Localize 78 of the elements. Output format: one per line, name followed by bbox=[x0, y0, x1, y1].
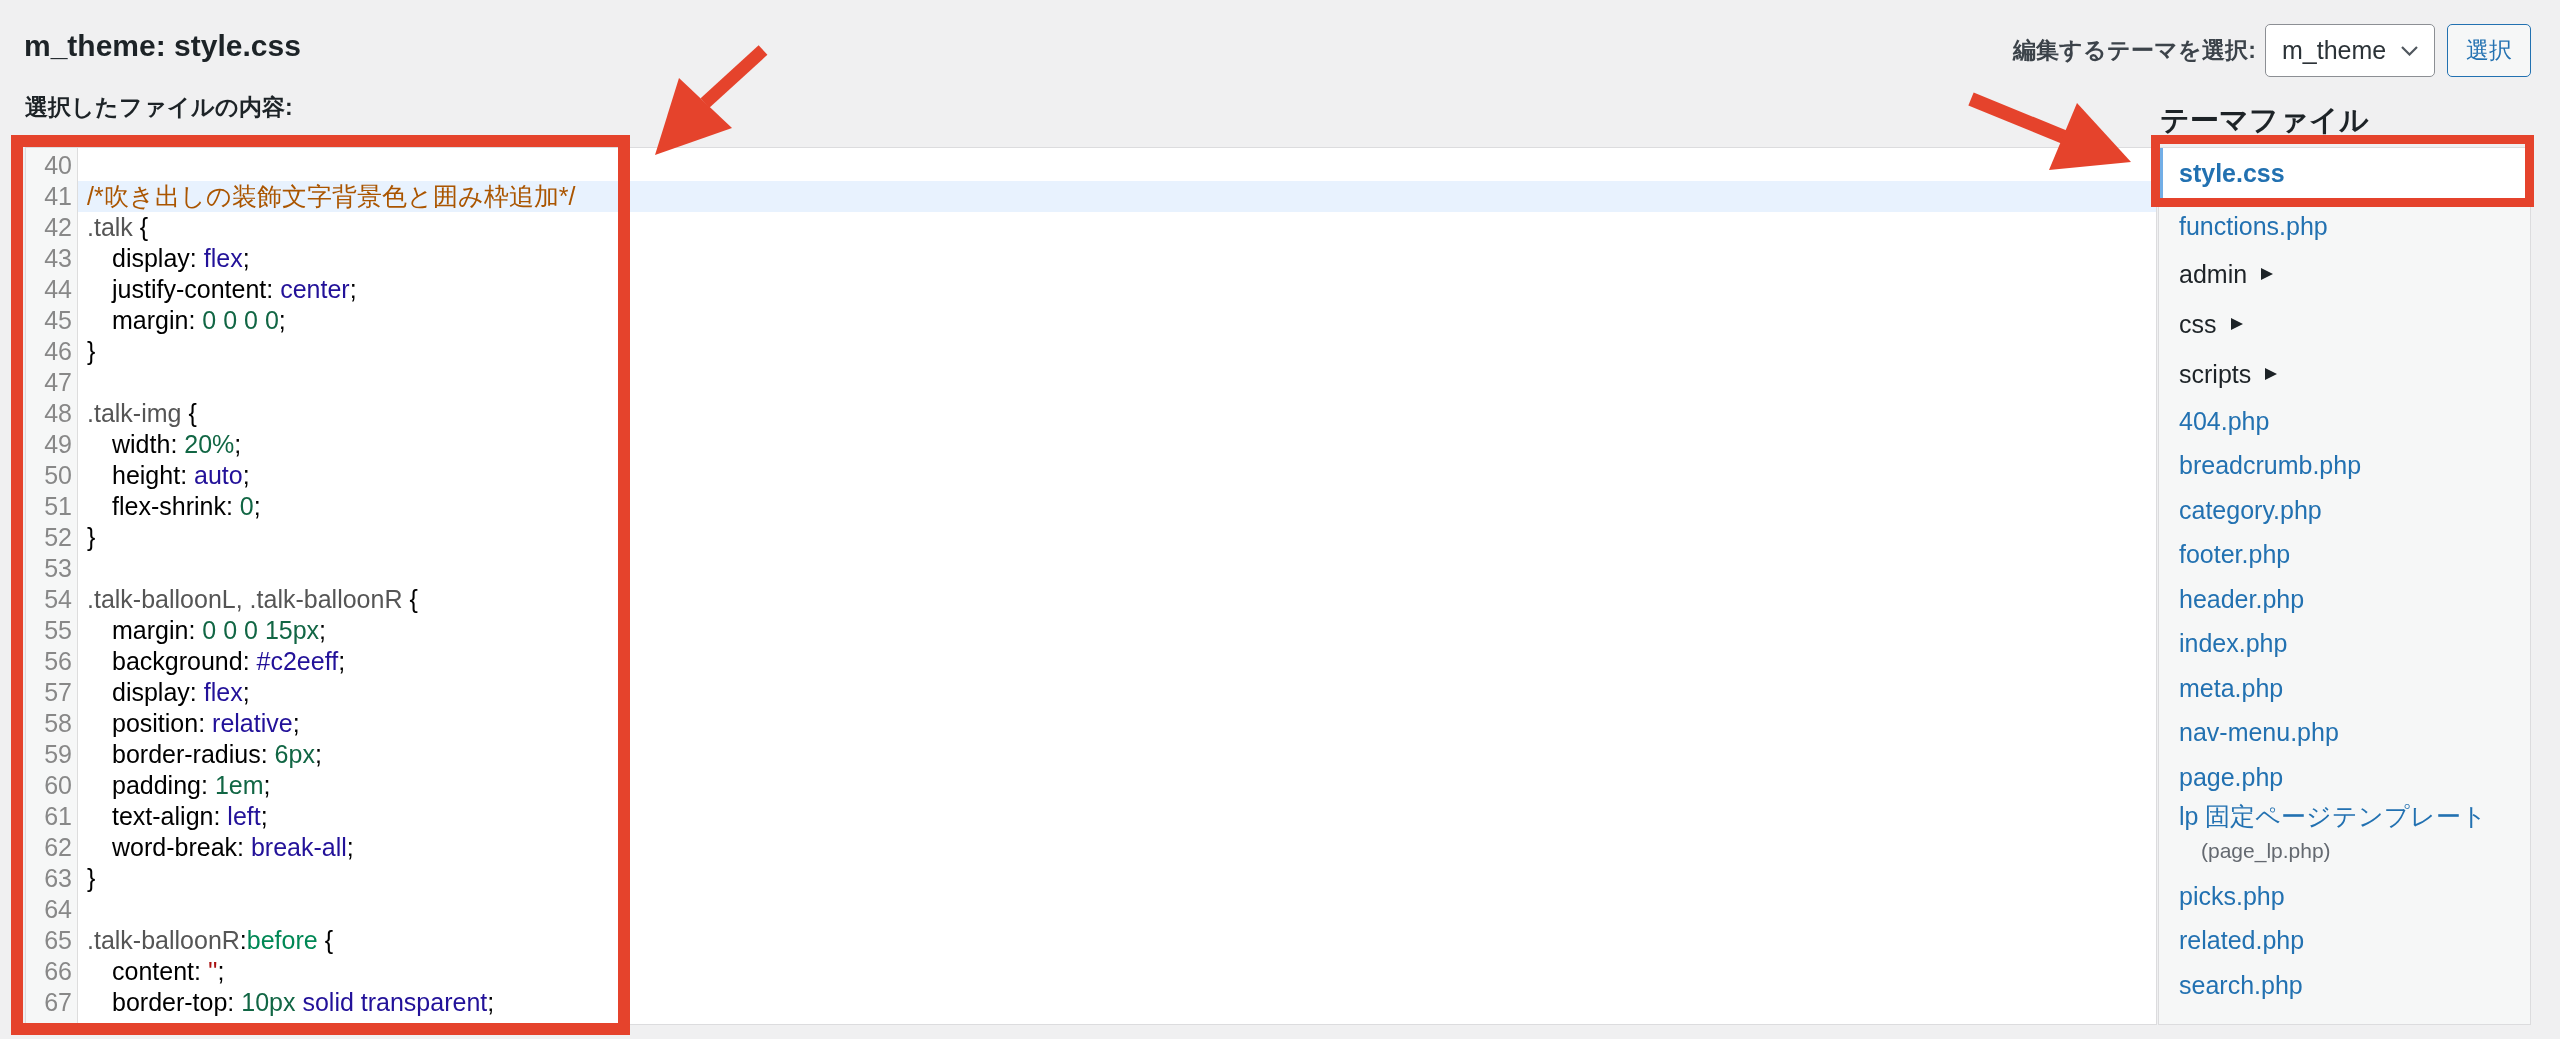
code-line: flex-shrink: 0; bbox=[112, 492, 261, 520]
file-link[interactable]: related.php bbox=[2179, 925, 2305, 956]
code-line: background: #c2eeff; bbox=[112, 647, 346, 675]
line-number: 41 bbox=[44, 181, 72, 212]
line-number: 54 bbox=[44, 584, 72, 615]
file-link[interactable]: header.php bbox=[2179, 583, 2305, 614]
code-line: } bbox=[87, 337, 96, 365]
file-link[interactable]: breadcrumb.php bbox=[2179, 450, 2362, 481]
file-link[interactable]: category.php bbox=[2179, 494, 2322, 525]
line-number: 59 bbox=[44, 739, 72, 770]
file-link[interactable]: 404.php bbox=[2179, 405, 2270, 436]
code-editor[interactable] bbox=[25, 147, 2157, 1025]
code-line: word-break: break-all; bbox=[112, 833, 354, 861]
line-number: 48 bbox=[44, 398, 72, 429]
line-number: 62 bbox=[44, 832, 72, 863]
line-number: 40 bbox=[44, 150, 72, 181]
file-link[interactable]: page.php bbox=[2179, 761, 2284, 792]
line-number: 65 bbox=[44, 925, 72, 956]
line-number: 51 bbox=[44, 491, 72, 522]
line-number: 42 bbox=[44, 212, 72, 243]
line-number: 45 bbox=[44, 305, 72, 336]
line-number: 67 bbox=[44, 987, 72, 1018]
code-line: border-radius: 6px; bbox=[112, 740, 322, 768]
code-line: } bbox=[87, 864, 96, 892]
code-line: .talk-balloonR:before { bbox=[87, 926, 333, 954]
line-number: 56 bbox=[44, 646, 72, 677]
file-link[interactable]: functions.php bbox=[2179, 211, 2328, 242]
code-line: padding: 1em; bbox=[112, 771, 271, 799]
line-number: 53 bbox=[44, 553, 72, 584]
code-line: margin: 0 0 0 0; bbox=[112, 306, 286, 334]
line-number: 50 bbox=[44, 460, 72, 491]
code-line: position: relative; bbox=[112, 709, 300, 737]
file-link[interactable]: nav-menu.php bbox=[2179, 717, 2339, 748]
code-line: border-top: 10px solid transparent; bbox=[112, 988, 495, 1016]
line-number: 44 bbox=[44, 274, 72, 305]
folder-item[interactable]: scripts bbox=[2179, 358, 2278, 389]
line-number: 60 bbox=[44, 770, 72, 801]
code-line: height: auto; bbox=[112, 461, 250, 489]
line-number: 58 bbox=[44, 708, 72, 739]
code-line: } bbox=[87, 523, 96, 551]
file-note: (page_lp.php) bbox=[2201, 838, 2331, 865]
code-line: .talk { bbox=[87, 213, 149, 241]
folder-item[interactable]: admin bbox=[2179, 258, 2274, 289]
file-link[interactable]: meta.php bbox=[2179, 672, 2284, 703]
line-number: 55 bbox=[44, 615, 72, 646]
line-number: 66 bbox=[44, 956, 72, 987]
code-line: text-align: left; bbox=[112, 802, 268, 830]
chevron-down-icon bbox=[2401, 45, 2418, 56]
code-line: /*吹き出しの装飾文字背景色と囲み枠追加*/ bbox=[87, 182, 576, 210]
line-number: 57 bbox=[44, 677, 72, 708]
line-number: 49 bbox=[44, 429, 72, 460]
line-number: 63 bbox=[44, 863, 72, 894]
page-title: m_theme: style.css bbox=[24, 28, 301, 64]
file-link[interactable]: search.php bbox=[2179, 969, 2303, 1000]
code-line: justify-content: center; bbox=[112, 275, 357, 303]
sidebar-heading: テーマファイル bbox=[2160, 103, 2369, 138]
code-line: width: 20%; bbox=[112, 430, 242, 458]
code-line: .talk-balloonL, .talk-balloonR { bbox=[87, 585, 418, 613]
theme-label: 編集するテーマを選択: bbox=[2013, 36, 2256, 65]
file-link[interactable]: footer.php bbox=[2179, 539, 2291, 570]
line-number: 43 bbox=[44, 243, 72, 274]
line-number: 46 bbox=[44, 336, 72, 367]
file-link[interactable]: picks.php bbox=[2179, 880, 2285, 911]
code-line: content: ''; bbox=[112, 957, 225, 985]
line-number: 64 bbox=[44, 894, 72, 925]
line-number: 47 bbox=[44, 367, 72, 398]
code-line: display: flex; bbox=[112, 678, 250, 706]
file-link[interactable]: index.php bbox=[2179, 628, 2288, 659]
line-number: 52 bbox=[44, 522, 72, 553]
file-link[interactable]: lp 固定ページテンプレート bbox=[2179, 799, 2488, 834]
code-line: display: flex; bbox=[112, 244, 250, 272]
select-button[interactable]: 選択 bbox=[2447, 24, 2531, 77]
theme-select[interactable]: m_theme bbox=[2265, 24, 2435, 77]
code-line: margin: 0 0 0 15px; bbox=[112, 616, 327, 644]
code-line: .talk-img { bbox=[87, 399, 197, 427]
folder-item[interactable]: css bbox=[2179, 308, 2243, 339]
line-number: 61 bbox=[44, 801, 72, 832]
file-content-label: 選択したファイルの内容: bbox=[25, 93, 293, 122]
